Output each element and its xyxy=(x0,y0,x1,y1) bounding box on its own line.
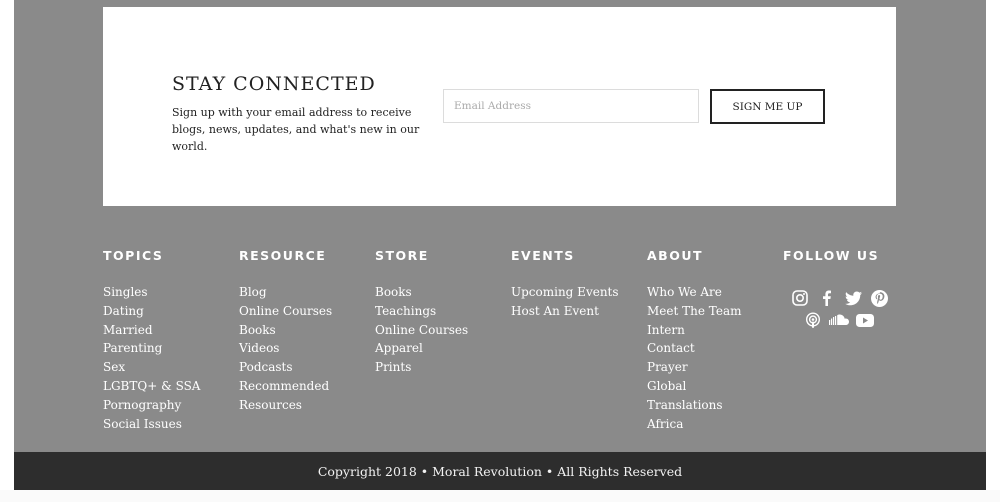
newsletter-heading: STAY CONNECTED xyxy=(172,73,376,95)
soundcloud-icon[interactable] xyxy=(829,310,849,330)
footer-link[interactable]: Social Issues xyxy=(103,415,233,434)
copyright-text: Copyright 2018 • Moral Revolution • All … xyxy=(317,463,683,479)
podcast-icon[interactable] xyxy=(803,310,823,330)
footer-link[interactable]: Translations xyxy=(647,396,777,415)
footer-link[interactable]: Teachings xyxy=(375,302,505,321)
footer-link[interactable]: Dating xyxy=(103,302,233,321)
footer-link[interactable]: Podcasts xyxy=(239,358,369,377)
instagram-icon[interactable] xyxy=(790,288,810,308)
copyright-bar: Copyright 2018 • Moral Revolution • All … xyxy=(14,452,986,490)
footer-link[interactable]: Host An Event xyxy=(511,302,641,321)
footer-link[interactable]: Prayer xyxy=(647,358,777,377)
footer-link[interactable]: Blog xyxy=(239,283,369,302)
footer-link[interactable]: Global xyxy=(647,377,777,396)
sign-me-up-button[interactable]: SIGN ME UP xyxy=(710,89,825,124)
footer-link[interactable]: Pornography xyxy=(103,396,233,415)
footer-link[interactable]: Resources xyxy=(239,396,369,415)
column-title: STORE xyxy=(375,248,429,263)
footer-link[interactable]: Married xyxy=(103,321,233,340)
footer-link[interactable]: Books xyxy=(239,321,369,340)
footer-link[interactable]: Sex xyxy=(103,358,233,377)
footer-column-about: ABOUT Who We Are Meet The Team Intern Co… xyxy=(647,248,777,433)
footer-link[interactable]: Meet The Team xyxy=(647,302,777,321)
footer-link[interactable]: Contact xyxy=(647,339,777,358)
email-field[interactable] xyxy=(443,89,699,123)
column-title: ABOUT xyxy=(647,248,704,263)
column-title: EVENTS xyxy=(511,248,575,263)
column-title: TOPICS xyxy=(103,248,164,263)
footer-link[interactable]: Singles xyxy=(103,283,233,302)
bottom-strip xyxy=(0,490,1000,502)
footer-column-follow-us: FOLLOW US xyxy=(783,248,913,283)
social-icons-row-1 xyxy=(790,288,890,308)
footer-link[interactable]: Upcoming Events xyxy=(511,283,641,302)
footer-link[interactable]: Apparel xyxy=(375,339,505,358)
footer-column-resource: RESOURCE Blog Online Courses Books Video… xyxy=(239,248,369,415)
footer-column-store: STORE Books Teachings Online Courses App… xyxy=(375,248,505,377)
newsletter-panel: STAY CONNECTED Sign up with your email a… xyxy=(103,7,896,206)
social-icons-row-2 xyxy=(803,310,875,330)
footer-link[interactable]: Intern xyxy=(647,321,777,340)
column-title: RESOURCE xyxy=(239,248,327,263)
column-title: FOLLOW US xyxy=(783,248,880,263)
footer-column-topics: TOPICS Singles Dating Married Parenting … xyxy=(103,248,233,433)
footer-link[interactable]: Prints xyxy=(375,358,505,377)
footer-link[interactable]: Online Courses xyxy=(239,302,369,321)
footer-link[interactable]: Videos xyxy=(239,339,369,358)
newsletter-description: Sign up with your email address to recei… xyxy=(172,106,420,153)
facebook-icon[interactable] xyxy=(817,288,837,308)
footer-link[interactable]: LGBTQ+ & SSA xyxy=(103,377,233,396)
footer-link[interactable]: Parenting xyxy=(103,339,233,358)
twitter-icon[interactable] xyxy=(843,288,863,308)
footer-link[interactable]: Online Courses xyxy=(375,321,505,340)
footer-link[interactable]: Africa xyxy=(647,415,777,434)
footer-link[interactable]: Who We Are xyxy=(647,283,777,302)
footer-column-events: EVENTS Upcoming Events Host An Event xyxy=(511,248,641,321)
youtube-icon[interactable] xyxy=(855,310,875,330)
footer-link[interactable]: Recommended xyxy=(239,377,369,396)
pinterest-icon[interactable] xyxy=(870,288,890,308)
footer-link[interactable]: Books xyxy=(375,283,505,302)
